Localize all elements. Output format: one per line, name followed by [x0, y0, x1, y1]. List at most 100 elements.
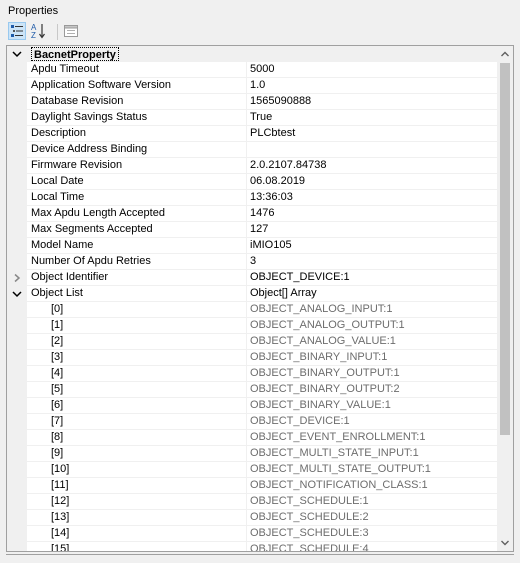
property-value[interactable]: True [247, 110, 499, 125]
property-row[interactable]: Firmware Revision 2.0.2107.84738 [7, 158, 499, 174]
property-name: Local Date [27, 174, 247, 189]
property-value[interactable]: 13:36:03 [247, 190, 499, 205]
alphabetical-button[interactable]: A Z [30, 22, 48, 40]
property-value[interactable]: OBJECT_BINARY_OUTPUT:1 [247, 366, 499, 381]
property-name: [6] [27, 398, 247, 413]
property-value[interactable]: OBJECT_SCHEDULE:3 [247, 526, 499, 541]
property-row[interactable]: Description PLCbtest [7, 126, 499, 142]
property-value[interactable]: iMIO105 [247, 238, 499, 253]
row-gutter [7, 462, 27, 478]
property-row[interactable]: Apdu Timeout 5000 [7, 62, 499, 78]
property-value[interactable]: OBJECT_MULTI_STATE_OUTPUT:1 [247, 462, 499, 477]
property-value[interactable]: OBJECT_MULTI_STATE_INPUT:1 [247, 446, 499, 461]
property-value[interactable]: 1476 [247, 206, 499, 221]
chevron-down-icon[interactable] [11, 289, 23, 299]
object-list-item[interactable]: [15] OBJECT_SCHEDULE:4 [7, 542, 499, 551]
object-list-item[interactable]: [10] OBJECT_MULTI_STATE_OUTPUT:1 [7, 462, 499, 478]
property-name: Daylight Savings Status [27, 110, 247, 125]
object-list-item[interactable]: [14] OBJECT_SCHEDULE:3 [7, 526, 499, 542]
property-value[interactable]: OBJECT_EVENT_ENROLLMENT:1 [247, 430, 499, 445]
category-row[interactable]: BacnetProperty [7, 46, 499, 62]
property-value[interactable]: OBJECT_SCHEDULE:4 [247, 542, 499, 551]
property-row[interactable]: Local Time 13:36:03 [7, 190, 499, 206]
row-gutter [7, 430, 27, 446]
property-row[interactable]: Application Software Version 1.0 [7, 78, 499, 94]
property-value[interactable]: 3 [247, 254, 499, 269]
property-value[interactable]: OBJECT_NOTIFICATION_CLASS:1 [247, 478, 499, 493]
property-value[interactable]: 2.0.2107.84738 [247, 158, 499, 173]
property-row[interactable]: Device Address Binding [7, 142, 499, 158]
property-name: [0] [27, 302, 247, 317]
row-gutter [7, 542, 27, 551]
object-list-item[interactable]: [2] OBJECT_ANALOG_VALUE:1 [7, 334, 499, 350]
property-row[interactable]: Daylight Savings Status True [7, 110, 499, 126]
scroll-down-icon[interactable] [497, 535, 513, 551]
property-value[interactable]: OBJECT_BINARY_OUTPUT:2 [247, 382, 499, 397]
chevron-right-icon[interactable] [11, 273, 23, 283]
property-name: [11] [27, 478, 247, 493]
property-value[interactable]: OBJECT_BINARY_VALUE:1 [247, 398, 499, 413]
property-value[interactable]: OBJECT_SCHEDULE:2 [247, 510, 499, 525]
object-list-item[interactable]: [12] OBJECT_SCHEDULE:1 [7, 494, 499, 510]
object-list-item[interactable]: [5] OBJECT_BINARY_OUTPUT:2 [7, 382, 499, 398]
scrollbar-thumb[interactable] [500, 63, 510, 435]
row-gutter [7, 110, 27, 126]
property-name: Object Identifier [27, 270, 247, 285]
property-value[interactable]: OBJECT_ANALOG_OUTPUT:1 [247, 318, 499, 333]
property-value[interactable]: PLCbtest [247, 126, 499, 141]
object-list-item[interactable]: [3] OBJECT_BINARY_INPUT:1 [7, 350, 499, 366]
row-gutter [7, 270, 27, 286]
property-row[interactable]: Max Apdu Length Accepted 1476 [7, 206, 499, 222]
property-value[interactable]: OBJECT_SCHEDULE:1 [247, 494, 499, 509]
property-row[interactable]: Max Segments Accepted 127 [7, 222, 499, 238]
property-value[interactable]: Object[] Array [247, 286, 499, 301]
property-row[interactable]: Object List Object[] Array [7, 286, 499, 302]
property-value[interactable]: OBJECT_ANALOG_INPUT:1 [247, 302, 499, 317]
property-row[interactable]: Database Revision 1565090888 [7, 94, 499, 110]
object-list-item[interactable]: [11] OBJECT_NOTIFICATION_CLASS:1 [7, 478, 499, 494]
property-name: Database Revision [27, 94, 247, 109]
property-value[interactable]: OBJECT_DEVICE:1 [247, 270, 499, 285]
object-list-item[interactable]: [1] OBJECT_ANALOG_OUTPUT:1 [7, 318, 499, 334]
property-value[interactable]: 06.08.2019 [247, 174, 499, 189]
object-list-item[interactable]: [9] OBJECT_MULTI_STATE_INPUT:1 [7, 446, 499, 462]
property-value[interactable]: 127 [247, 222, 499, 237]
property-value[interactable]: 1565090888 [247, 94, 499, 109]
property-row[interactable]: Local Date 06.08.2019 [7, 174, 499, 190]
categorized-icon [11, 25, 23, 37]
object-list-item[interactable]: [8] OBJECT_EVENT_ENROLLMENT:1 [7, 430, 499, 446]
property-row[interactable]: Number Of Apdu Retries 3 [7, 254, 499, 270]
row-gutter [7, 190, 27, 206]
panel-title: Properties [8, 5, 59, 17]
scroll-up-icon[interactable] [497, 46, 513, 62]
categorized-button[interactable] [8, 22, 26, 40]
toolbar-separator [57, 24, 58, 40]
property-value[interactable]: OBJECT_DEVICE:1 [247, 414, 499, 429]
property-name: [14] [27, 526, 247, 541]
property-value[interactable]: OBJECT_BINARY_INPUT:1 [247, 350, 499, 365]
object-list-item[interactable]: [7] OBJECT_DEVICE:1 [7, 414, 499, 430]
property-grid[interactable]: BacnetProperty Apdu Timeout 5000 Applicati… [6, 45, 514, 552]
property-value[interactable]: OBJECT_ANALOG_VALUE:1 [247, 334, 499, 349]
property-row[interactable]: Model Name iMIO105 [7, 238, 499, 254]
property-name: [8] [27, 430, 247, 445]
property-name: Device Address Binding [27, 142, 247, 157]
property-row[interactable]: Object Identifier OBJECT_DEVICE:1 [7, 270, 499, 286]
row-gutter [7, 382, 27, 398]
object-list-item[interactable]: [4] OBJECT_BINARY_OUTPUT:1 [7, 366, 499, 382]
object-list-item[interactable]: [13] OBJECT_SCHEDULE:2 [7, 510, 499, 526]
property-pages-button[interactable] [62, 22, 80, 40]
svg-text:Z: Z [31, 31, 36, 40]
chevron-down-icon[interactable] [11, 49, 23, 59]
object-list-item[interactable]: [0] OBJECT_ANALOG_INPUT:1 [7, 302, 499, 318]
row-gutter [7, 222, 27, 238]
property-name: [9] [27, 446, 247, 461]
property-name: [7] [27, 414, 247, 429]
property-value[interactable] [247, 142, 499, 157]
panel-splitter[interactable] [6, 554, 514, 561]
property-value[interactable]: 1.0 [247, 78, 499, 93]
property-value[interactable]: 5000 [247, 62, 499, 77]
object-list-item[interactable]: [6] OBJECT_BINARY_VALUE:1 [7, 398, 499, 414]
vertical-scrollbar[interactable] [497, 46, 513, 551]
property-name: [2] [27, 334, 247, 349]
